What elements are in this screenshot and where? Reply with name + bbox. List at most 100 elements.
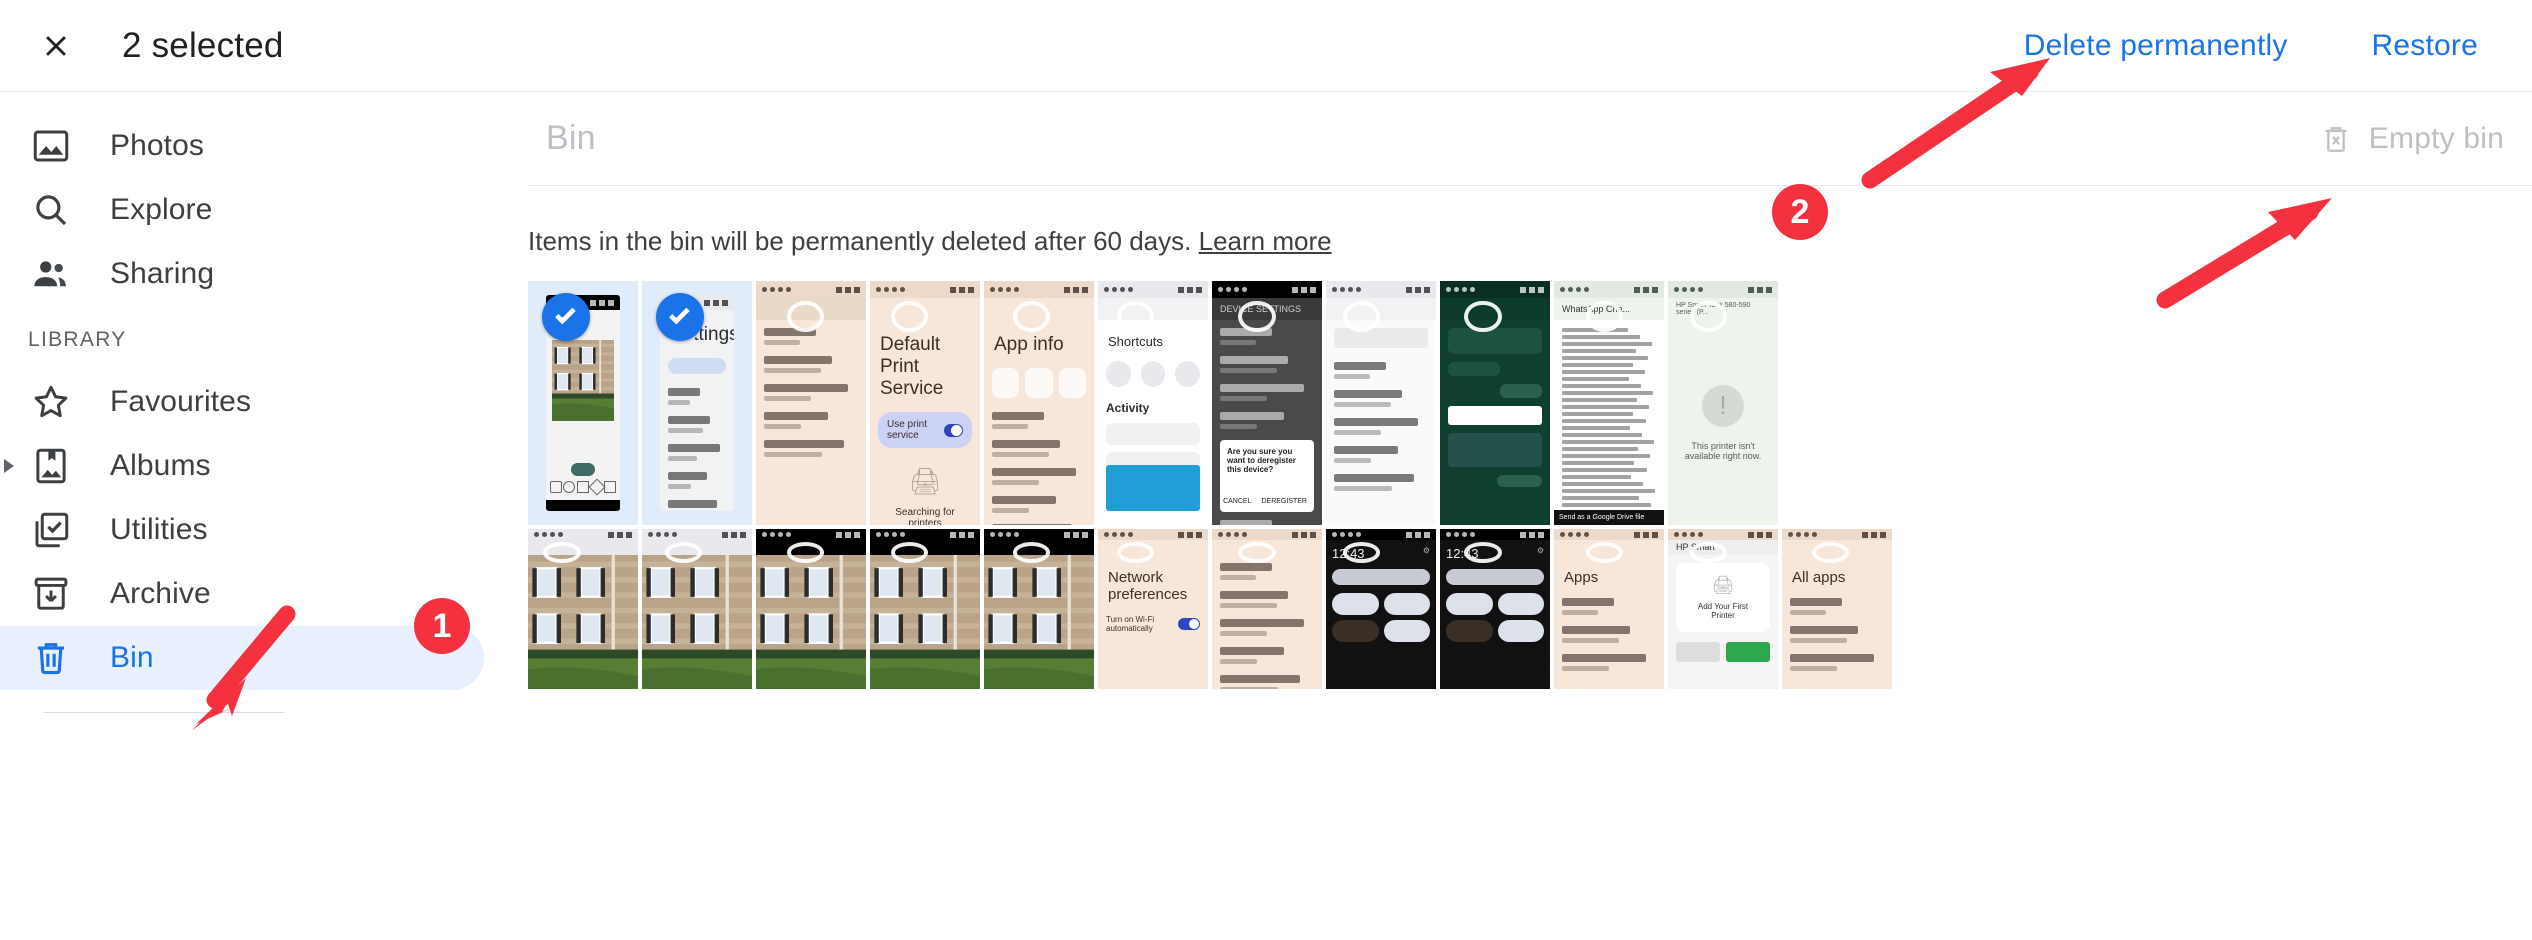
status-right-icons [704,300,728,306]
house-photo-image [528,555,638,689]
cursor-ring-marker [1812,542,1849,563]
cursor-ring-marker [1464,301,1501,333]
photo-thumbnail[interactable] [528,529,638,689]
chevron-right-icon[interactable] [4,459,14,473]
photo-thumbnail[interactable]: App info [984,281,1094,525]
sidebar-item-photos[interactable]: Photos [0,114,484,178]
sidebar-section-library: LIBRARY [0,328,528,352]
phone-status-bar [1212,281,1322,298]
cursor-ring-marker [1117,301,1154,333]
sidebar-item-utilities[interactable]: Utilities [0,498,484,562]
status-right-icons [1178,532,1202,538]
sidebar-item-favourites[interactable]: Favourites [0,370,484,434]
cursor-ring-marker [1586,542,1623,563]
list-item [668,388,726,405]
sidebar-item-archive[interactable]: Archive [0,562,484,626]
thumbnail-image [870,529,980,689]
status-right-icons [1292,287,1316,293]
empty-bin-button[interactable]: Empty bin [2313,114,2510,164]
list-item [1790,626,1884,643]
sidebar-item-sharing[interactable]: Sharing [0,242,484,306]
status-left-icons [990,532,1019,537]
phone-status-bar [756,281,866,298]
list-item [1334,418,1428,435]
list-item [1334,362,1428,379]
learn-more-link[interactable]: Learn more [1199,226,1332,256]
photo-thumbnail[interactable] [870,529,980,689]
photo-thumbnail[interactable]: Network preferences Turn on Wi-Fi automa… [1098,529,1208,689]
sidebar-item-label: Sharing [110,257,214,291]
dialog-cancel-button[interactable]: CANCEL [1223,498,1251,505]
status-right-icons [1748,532,1772,538]
photo-thumbnail[interactable]: Apps [1554,529,1664,689]
sidebar-item-label: Explore [110,193,212,227]
house-photo-image [870,555,980,689]
photo-thumbnail[interactable] [1440,281,1550,525]
status-text: Searching for printers [878,507,972,525]
list-item [992,496,1086,513]
photo-thumbnail[interactable]: Settings [642,281,752,525]
screen-title: Apps [1564,569,1656,586]
thumbnail-image [984,529,1094,689]
screen-title: All apps [1792,569,1884,586]
photo-thumbnail[interactable]: 12:43⚙ [1440,529,1550,689]
photo-thumbnail[interactable]: All apps [1782,529,1892,689]
list-item [1220,328,1314,345]
status-right-icons [1634,287,1658,293]
list-item [1334,390,1428,407]
screen-title: Shortcuts [1108,334,1200,349]
list-item [1220,563,1314,580]
sidebar-item-label: Utilities [110,513,208,547]
photo-thumbnail[interactable]: Default Print Service Use print service … [870,281,980,525]
delete-permanently-button[interactable]: Delete permanently [2012,13,2300,79]
restore-button[interactable]: Restore [2360,13,2490,79]
close-selection-button[interactable] [24,14,88,78]
phone-status-bar [1326,529,1436,540]
photo-thumbnail[interactable]: 12:43⚙ [1326,529,1436,689]
thumbnail-image [756,529,866,689]
photo-thumbnail[interactable] [642,529,752,689]
phone-status-bar [1440,529,1550,540]
status-left-icons [876,532,905,537]
photo-grid-row: Network preferences Turn on Wi-Fi automa… [528,529,2532,693]
cursor-ring-marker [1343,542,1380,563]
thumbnail-image: App info [984,281,1094,525]
phone-status-bar [1098,281,1208,298]
photo-thumbnail[interactable]: WhatsApp Cha... Send as a Google Drive f… [1554,281,1664,525]
list-item [1220,384,1314,401]
photo-thumbnail[interactable] [1326,281,1436,525]
selection-checkmark[interactable] [542,293,590,341]
dialog-confirm-button[interactable]: DEREGISTER [1261,498,1307,505]
check-icon [550,301,582,333]
utilities-icon [28,507,74,553]
list-item [1790,598,1884,615]
list-item [668,472,726,489]
annotation-badge-1: 1 [414,598,470,654]
photo-thumbnail[interactable] [1212,529,1322,689]
selection-toolbar: 2 selected Delete permanently Restore [0,0,2532,92]
sidebar-item-bin[interactable]: Bin [0,626,484,690]
photo-thumbnail[interactable]: HP Smart 🖨 Add Your First Printer [1668,529,1778,689]
cursor-ring-marker [1343,301,1380,333]
cursor-ring-marker [1117,542,1154,563]
search-icon [28,187,74,233]
photo-thumbnail[interactable] [528,281,638,525]
photo-thumbnail[interactable]: Shortcuts Activity Access Alexa From Any… [1098,281,1208,525]
cursor-ring-marker [1013,301,1050,333]
photo-thumbnail[interactable] [756,529,866,689]
cursor-ring-marker [787,301,824,333]
add-printer-card[interactable]: 🖨 Add Your First Printer [1676,563,1770,632]
photo-icon [28,123,74,169]
cursor-ring-marker [1238,542,1275,563]
photo-thumbnail[interactable] [984,529,1094,689]
photo-thumbnail[interactable] [756,281,866,525]
photo-thumbnail[interactable]: HP Smart Tank 580-590 series (P... ! Thi… [1668,281,1778,525]
selection-checkmark[interactable] [656,293,704,341]
cursor-ring-marker [1464,542,1501,563]
sidebar-item-explore[interactable]: Explore [0,178,484,242]
photo-thumbnail[interactable]: DEVICE SETTINGS [1212,281,1322,525]
status-right-icons [1064,532,1088,538]
sidebar-item-albums[interactable]: Albums [0,434,484,498]
thumbnail-image [1440,281,1550,525]
annotation-badge-2: 2 [1772,184,1828,240]
